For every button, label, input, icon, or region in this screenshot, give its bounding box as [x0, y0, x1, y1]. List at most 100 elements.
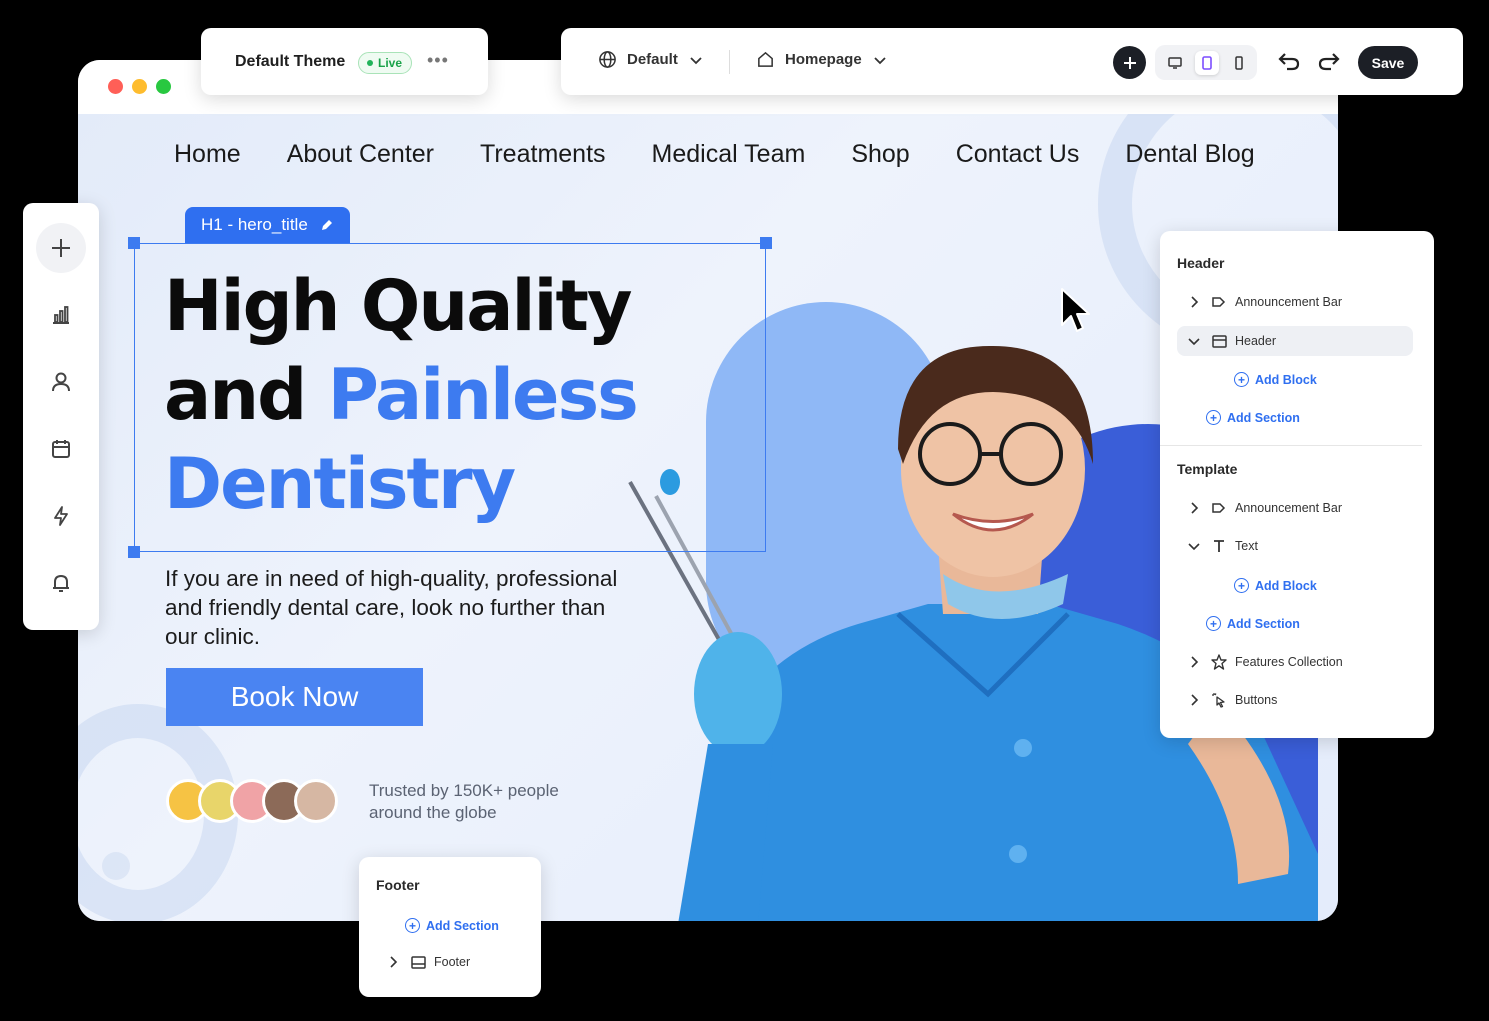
footer-panel: Footer + Add Section Footer	[359, 857, 541, 997]
add-block-button[interactable]: + Add Block	[1234, 578, 1317, 593]
hero-title-line2b: Painless	[327, 354, 639, 436]
tree-item-label: Announcement Bar	[1235, 501, 1343, 515]
chevron-right-icon[interactable]	[1189, 694, 1199, 706]
minimize-window-button[interactable]	[132, 79, 147, 94]
layout-icon	[410, 955, 426, 969]
nav-about-center[interactable]: About Center	[287, 140, 434, 169]
nav-contact-us[interactable]: Contact Us	[956, 140, 1080, 169]
tree-item-footer[interactable]: Footer	[386, 955, 470, 969]
bolt-icon	[54, 506, 68, 526]
tree-item-header[interactable]: Header	[1177, 326, 1413, 356]
nav-home[interactable]: Home	[174, 140, 241, 169]
mouse-pointer-icon	[1061, 288, 1090, 332]
hero-title[interactable]: High Quality and Painless Dentistry	[164, 262, 639, 529]
mobile-icon	[1235, 56, 1243, 70]
pencil-icon[interactable]	[320, 218, 334, 232]
tree-item-label: Header	[1235, 334, 1276, 348]
sidebar-analytics-button[interactable]	[36, 290, 86, 340]
chevron-right-icon[interactable]	[1189, 502, 1199, 514]
chevron-down-icon[interactable]	[1188, 336, 1200, 346]
sidebar-automation-button[interactable]	[36, 491, 86, 541]
undo-icon[interactable]	[1277, 50, 1301, 72]
tree-item-label: Announcement Bar	[1235, 295, 1343, 309]
resize-handle[interactable]	[128, 546, 140, 558]
sidebar-notifications-button[interactable]	[36, 558, 86, 608]
bell-icon	[53, 574, 69, 592]
page-selector[interactable]: Homepage	[756, 50, 888, 69]
close-window-button[interactable]	[108, 79, 123, 94]
trust-line1: Trusted by 150K+ people	[369, 781, 559, 800]
device-switcher	[1155, 45, 1257, 80]
customer-avatars	[166, 779, 341, 825]
tree-item-announcement-bar[interactable]: Announcement Bar	[1187, 295, 1342, 309]
chevron-down-icon	[690, 56, 702, 64]
avatar	[294, 779, 338, 823]
tree-item-announcement-bar[interactable]: Announcement Bar	[1187, 501, 1342, 515]
plus-circle-icon: +	[1206, 410, 1221, 425]
tree-item-text[interactable]: Text	[1187, 539, 1258, 553]
nav-medical-team[interactable]: Medical Team	[652, 140, 806, 169]
sidebar-users-button[interactable]	[36, 357, 86, 407]
tree-item-features-collection[interactable]: Features Collection	[1187, 654, 1343, 670]
add-section-button[interactable]: + Add Section	[405, 918, 499, 933]
tree-item-label: Footer	[434, 955, 471, 969]
book-now-button[interactable]: Book Now	[166, 668, 423, 726]
chart-icon	[53, 306, 69, 324]
plus-icon	[52, 239, 70, 257]
tree-item-label: Text	[1235, 539, 1258, 553]
maximize-window-button[interactable]	[156, 79, 171, 94]
redo-icon[interactable]	[1317, 50, 1341, 72]
sidebar-calendar-button[interactable]	[36, 424, 86, 474]
mobile-view-button[interactable]	[1227, 51, 1251, 75]
hero-title-line1: High Quality	[164, 265, 633, 347]
theme-card: Default Theme Live •••	[201, 28, 488, 95]
tree-divider	[1160, 445, 1422, 446]
tree-item-label: Buttons	[1235, 693, 1278, 707]
tree-item-buttons[interactable]: Buttons	[1187, 692, 1277, 708]
browser-window: Home About Center Treatments Medical Tea…	[78, 60, 1338, 921]
desktop-view-button[interactable]	[1163, 51, 1187, 75]
chevron-right-icon[interactable]	[1189, 656, 1199, 668]
add-block-button[interactable]: + Add Block	[1234, 372, 1317, 387]
more-options-icon[interactable]: •••	[427, 50, 449, 71]
header-group-heading: Header	[1177, 255, 1225, 271]
chevron-right-icon[interactable]	[1189, 296, 1199, 308]
page-label: Homepage	[785, 51, 862, 68]
star-icon	[1211, 654, 1227, 670]
tree-item-label: Features Collection	[1235, 655, 1343, 669]
home-icon	[758, 51, 773, 67]
add-button[interactable]	[1113, 46, 1146, 79]
sidebar-add-button[interactable]	[36, 223, 86, 273]
locale-selector[interactable]: Default	[598, 50, 704, 69]
chevron-right-icon[interactable]	[388, 956, 398, 968]
globe-icon	[599, 51, 616, 68]
plus-circle-icon: +	[1234, 578, 1249, 593]
cursor-click-icon	[1212, 693, 1225, 708]
hero-description: If you are in need of high-quality, prof…	[165, 566, 618, 649]
live-status-badge: Live	[358, 52, 413, 74]
theme-name: Default Theme	[235, 53, 346, 70]
nav-dental-blog[interactable]: Dental Blog	[1125, 140, 1254, 169]
selection-tag-label: H1 - hero_title	[201, 215, 308, 234]
save-button[interactable]: Save	[1358, 46, 1418, 79]
resize-handle[interactable]	[760, 237, 772, 249]
add-section-button[interactable]: + Add Section	[1206, 616, 1300, 631]
add-section-label: Add Section	[1227, 616, 1300, 631]
plus-circle-icon: +	[405, 918, 420, 933]
editor-toolbar: Default Homepage Save	[561, 28, 1463, 95]
add-section-button[interactable]: + Add Section	[1206, 410, 1300, 425]
chevron-down-icon[interactable]	[1188, 541, 1200, 551]
decorative-dot	[102, 852, 130, 880]
plus-circle-icon: +	[1206, 616, 1221, 631]
announcement-icon	[1212, 297, 1226, 307]
nav-treatments[interactable]: Treatments	[480, 140, 606, 169]
resize-handle[interactable]	[128, 237, 140, 249]
calendar-icon	[52, 440, 70, 458]
chevron-down-icon	[874, 56, 886, 64]
tablet-view-button[interactable]	[1195, 51, 1219, 75]
selection-tag[interactable]: H1 - hero_title	[185, 207, 350, 243]
site-preview: Home About Center Treatments Medical Tea…	[78, 114, 1338, 921]
nav-shop[interactable]: Shop	[851, 140, 909, 169]
footer-group-heading: Footer	[376, 877, 420, 893]
add-block-label: Add Block	[1255, 372, 1317, 387]
